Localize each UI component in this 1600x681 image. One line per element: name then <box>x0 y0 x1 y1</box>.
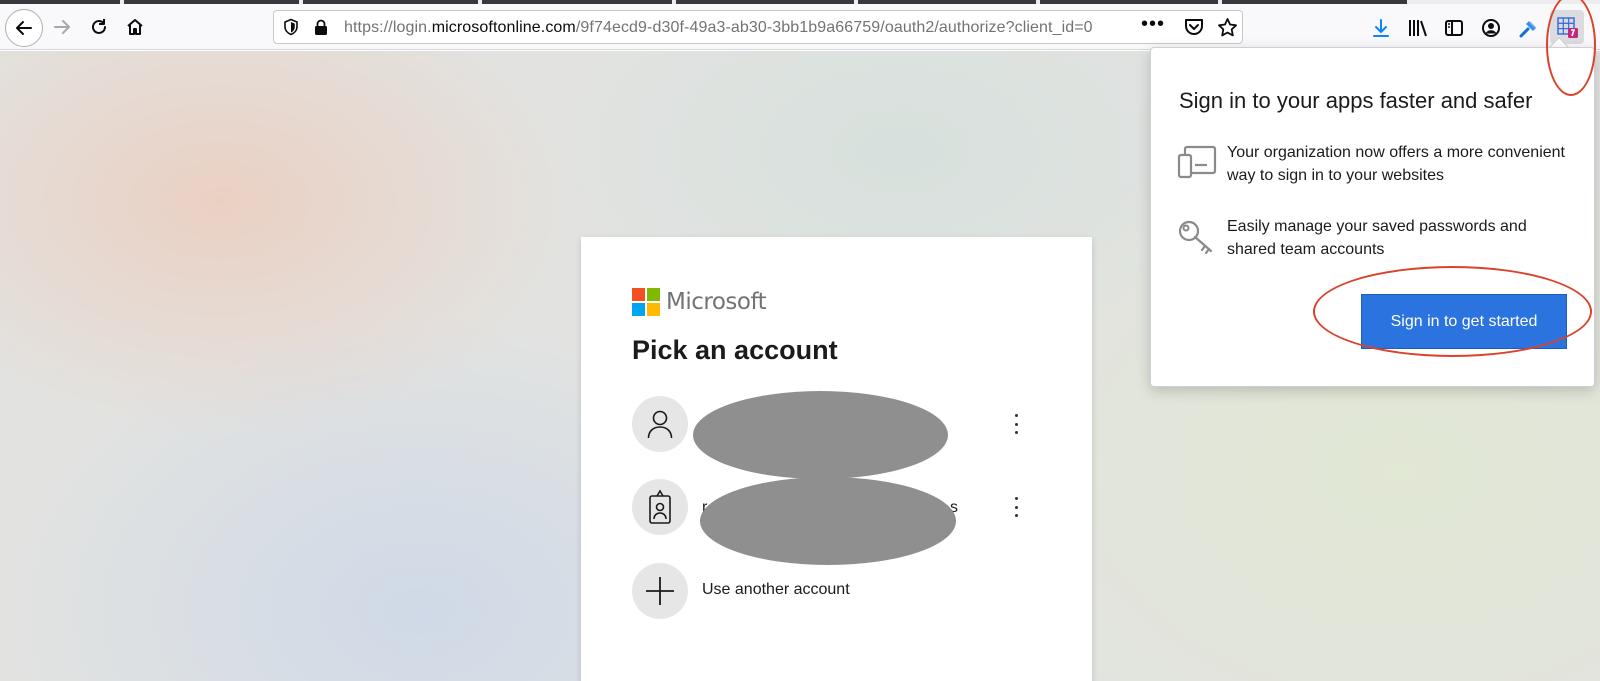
key-icon <box>1178 220 1213 255</box>
browser-toolbar: https://login.microsoftonline.com/9f74ec… <box>0 4 1600 50</box>
lock-icon[interactable] <box>313 19 329 36</box>
use-another-account-tile[interactable]: Use another account <box>632 563 1042 619</box>
account-options-icon[interactable] <box>1008 491 1024 523</box>
url-text[interactable]: https://login.microsoftonline.com/9f74ec… <box>344 19 1124 37</box>
sign-in-button[interactable]: Sign in to get started <box>1361 294 1567 349</box>
avatar <box>632 479 688 535</box>
account-icon[interactable] <box>1481 18 1501 38</box>
feature-text: Easily manage your saved passwords and s… <box>1227 218 1527 258</box>
sidebar-icon[interactable] <box>1444 18 1464 38</box>
microsoft-logo-icon <box>632 288 660 316</box>
library-icon[interactable] <box>1407 18 1429 38</box>
microsoft-logo-text: Microsoft <box>666 289 767 315</box>
microsoft-logo: Microsoft <box>632 288 767 316</box>
download-icon[interactable] <box>1371 18 1391 38</box>
reload-button[interactable] <box>82 10 116 44</box>
home-icon <box>127 19 143 35</box>
avatar <box>632 563 688 619</box>
feature-text: Your organization now offers a more conv… <box>1227 144 1565 184</box>
popup-title: Sign in to your apps faster and safer <box>1179 88 1533 113</box>
apps-extension-button[interactable] <box>1550 10 1584 44</box>
pocket-icon[interactable] <box>1184 18 1204 37</box>
page-actions-more-icon[interactable]: ••• <box>1141 13 1165 36</box>
person-icon <box>647 410 673 439</box>
use-another-account-label: Use another account <box>702 581 850 598</box>
star-icon[interactable] <box>1217 17 1238 38</box>
page-title: Pick an account <box>632 335 838 365</box>
apps-extension-icon <box>1557 17 1578 38</box>
extension-popup: Sign in to your apps faster and safer Yo… <box>1150 47 1595 387</box>
devices-icon <box>1177 145 1217 179</box>
badge-icon <box>649 489 671 524</box>
back-icon <box>16 21 32 35</box>
account-options-icon[interactable] <box>1008 408 1024 440</box>
url-bar[interactable]: https://login.microsoftonline.com/9f74ec… <box>273 10 1243 44</box>
avatar <box>632 396 688 452</box>
plus-icon <box>646 577 674 605</box>
forward-button[interactable] <box>45 10 79 44</box>
back-button[interactable] <box>5 9 43 47</box>
home-button[interactable] <box>118 10 152 44</box>
extension-key-icon[interactable] <box>1517 18 1539 40</box>
forward-icon <box>54 20 70 34</box>
reload-icon <box>92 19 106 34</box>
login-card: Microsoft Pick an account r s Use anothe… <box>581 237 1092 681</box>
redaction-mark <box>693 391 948 479</box>
redaction-mark <box>700 477 956 565</box>
shield-icon[interactable] <box>282 18 300 36</box>
